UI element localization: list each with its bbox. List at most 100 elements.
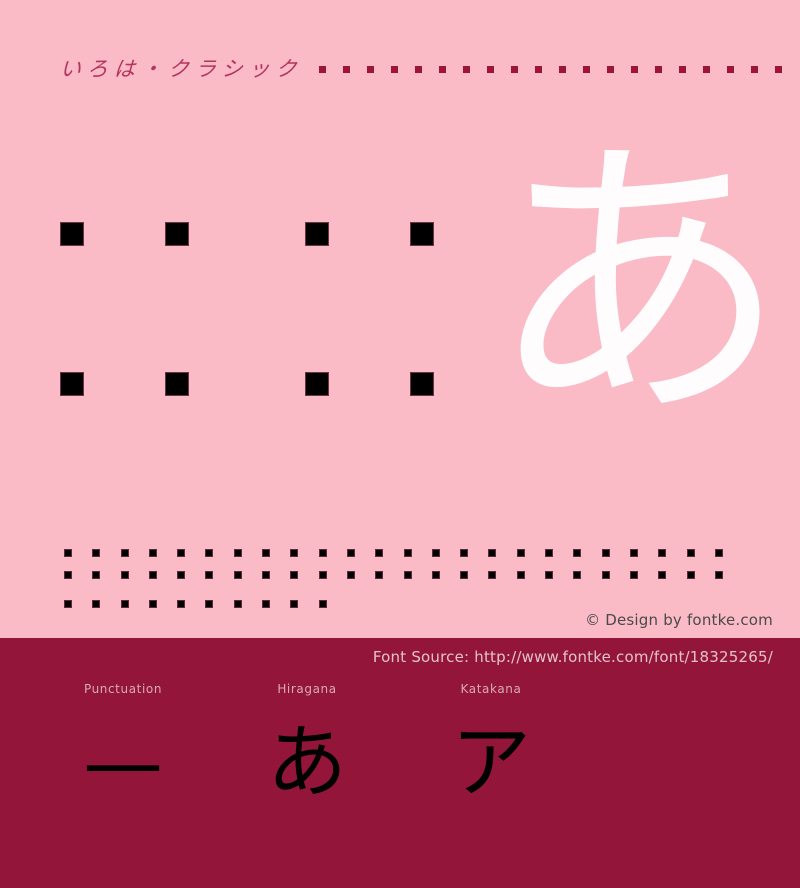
missing-glyph-dot xyxy=(318,600,327,608)
tofu-grid-row xyxy=(60,222,480,246)
missing-glyph-dot xyxy=(64,571,72,579)
missing-glyph-box xyxy=(438,65,446,73)
missing-glyph-dot xyxy=(431,549,440,557)
missing-glyph-box xyxy=(410,222,434,246)
missing-glyph-dot xyxy=(403,549,412,557)
missing-glyph-dot xyxy=(545,571,554,579)
missing-glyph-dot xyxy=(318,571,327,579)
missing-glyph-dot xyxy=(148,600,157,608)
missing-glyph-dot xyxy=(460,549,469,557)
missing-glyph-dot xyxy=(601,549,610,557)
missing-glyph-box xyxy=(60,222,84,246)
category-sample-glyph: ア xyxy=(451,716,531,809)
missing-glyph-box xyxy=(390,65,398,73)
missing-glyph-dot xyxy=(658,549,667,557)
missing-glyph-box xyxy=(305,222,329,246)
title-row: いろは・クラシック xyxy=(0,52,800,86)
missing-glyph-dot xyxy=(460,571,469,579)
category-column-hiragana: Hiragana あ xyxy=(202,682,412,882)
missing-glyph-dot xyxy=(92,549,101,557)
missing-glyph-box xyxy=(410,372,434,396)
missing-glyph-dot xyxy=(92,571,101,579)
missing-glyph-box xyxy=(750,65,758,73)
missing-glyph-box xyxy=(462,65,470,73)
missing-glyph-dot xyxy=(545,549,554,557)
missing-glyph-dot xyxy=(601,571,610,579)
category-column-katakana: Katakana ア xyxy=(386,682,596,882)
missing-glyph-dot xyxy=(120,571,129,579)
missing-glyph-dot xyxy=(177,549,186,557)
dot-row xyxy=(64,599,347,609)
missing-glyph-dot xyxy=(686,549,695,557)
dot-row xyxy=(64,548,743,558)
missing-glyph-box xyxy=(414,65,422,73)
missing-glyph-box xyxy=(606,65,614,73)
missing-glyph-box xyxy=(678,65,686,73)
missing-glyph-box xyxy=(702,65,710,73)
missing-glyph-dot xyxy=(403,571,412,579)
missing-glyph-dot xyxy=(431,571,440,579)
missing-glyph-dot xyxy=(573,571,582,579)
missing-glyph-dot xyxy=(629,549,638,557)
missing-glyph-box xyxy=(774,65,782,73)
missing-glyph-dot xyxy=(488,549,497,557)
missing-glyph-box xyxy=(165,372,189,396)
missing-glyph-dot xyxy=(205,549,214,557)
missing-glyph-box xyxy=(318,65,326,73)
copyright-text: © Design by fontke.com xyxy=(585,611,773,629)
missing-glyph-dot xyxy=(205,571,214,579)
missing-glyph-dot xyxy=(318,549,327,557)
missing-glyph-dot xyxy=(64,549,72,557)
missing-glyph-dot xyxy=(177,600,186,608)
font-source-link[interactable]: Font Source: http://www.fontke.com/font/… xyxy=(373,648,773,666)
missing-glyph-dot xyxy=(714,571,723,579)
missing-glyph-dot xyxy=(148,571,157,579)
missing-glyph-dot xyxy=(290,571,299,579)
missing-glyph-box xyxy=(582,65,590,73)
missing-glyph-dot xyxy=(290,600,299,608)
missing-glyph-box xyxy=(342,65,350,73)
missing-glyph-box xyxy=(534,65,542,73)
missing-glyph-dot xyxy=(92,600,101,608)
title-tofu-row xyxy=(318,65,799,73)
missing-glyph-box xyxy=(630,65,638,73)
missing-glyph-box xyxy=(726,65,734,73)
missing-glyph-dot xyxy=(686,571,695,579)
missing-glyph-dot xyxy=(262,549,271,557)
missing-glyph-dot xyxy=(64,600,72,608)
missing-glyph-dot xyxy=(629,571,638,579)
missing-glyph-box xyxy=(654,65,662,73)
missing-glyph-box xyxy=(558,65,566,73)
missing-glyph-dot xyxy=(262,571,271,579)
missing-glyph-box xyxy=(60,372,84,396)
missing-glyph-dot xyxy=(148,549,157,557)
category-label: Katakana xyxy=(460,682,522,696)
missing-glyph-dot xyxy=(714,549,723,557)
dot-row xyxy=(64,570,743,580)
missing-glyph-dot xyxy=(375,549,384,557)
category-label: Punctuation xyxy=(83,682,163,696)
missing-glyph-dot xyxy=(233,600,242,608)
missing-glyph-box xyxy=(510,65,518,73)
missing-glyph-dot xyxy=(120,600,129,608)
missing-glyph-dot xyxy=(233,571,242,579)
missing-glyph-dot xyxy=(262,600,271,608)
missing-glyph-dot xyxy=(346,549,355,557)
missing-glyph-box xyxy=(305,372,329,396)
category-label: Hiragana xyxy=(277,682,337,696)
missing-glyph-dot xyxy=(375,571,384,579)
footer-panel: Font Source: http://www.fontke.com/font/… xyxy=(0,638,800,888)
tofu-grid-row xyxy=(60,372,480,396)
missing-glyph-dot xyxy=(516,571,525,579)
missing-glyph-box xyxy=(486,65,494,73)
category-column-punctuation: Punctuation — xyxy=(18,682,228,882)
font-specimen-page: いろは・クラシック あ © Design by fontke.com Font … xyxy=(0,0,800,888)
category-sample-glyph: あ xyxy=(267,716,347,809)
category-sample-glyph: — xyxy=(83,716,163,809)
missing-glyph-dot xyxy=(120,549,129,557)
missing-glyph-dot xyxy=(177,571,186,579)
missing-glyph-dot xyxy=(290,549,299,557)
missing-glyph-dot xyxy=(516,549,525,557)
missing-glyph-dot xyxy=(488,571,497,579)
missing-glyph-box xyxy=(165,222,189,246)
